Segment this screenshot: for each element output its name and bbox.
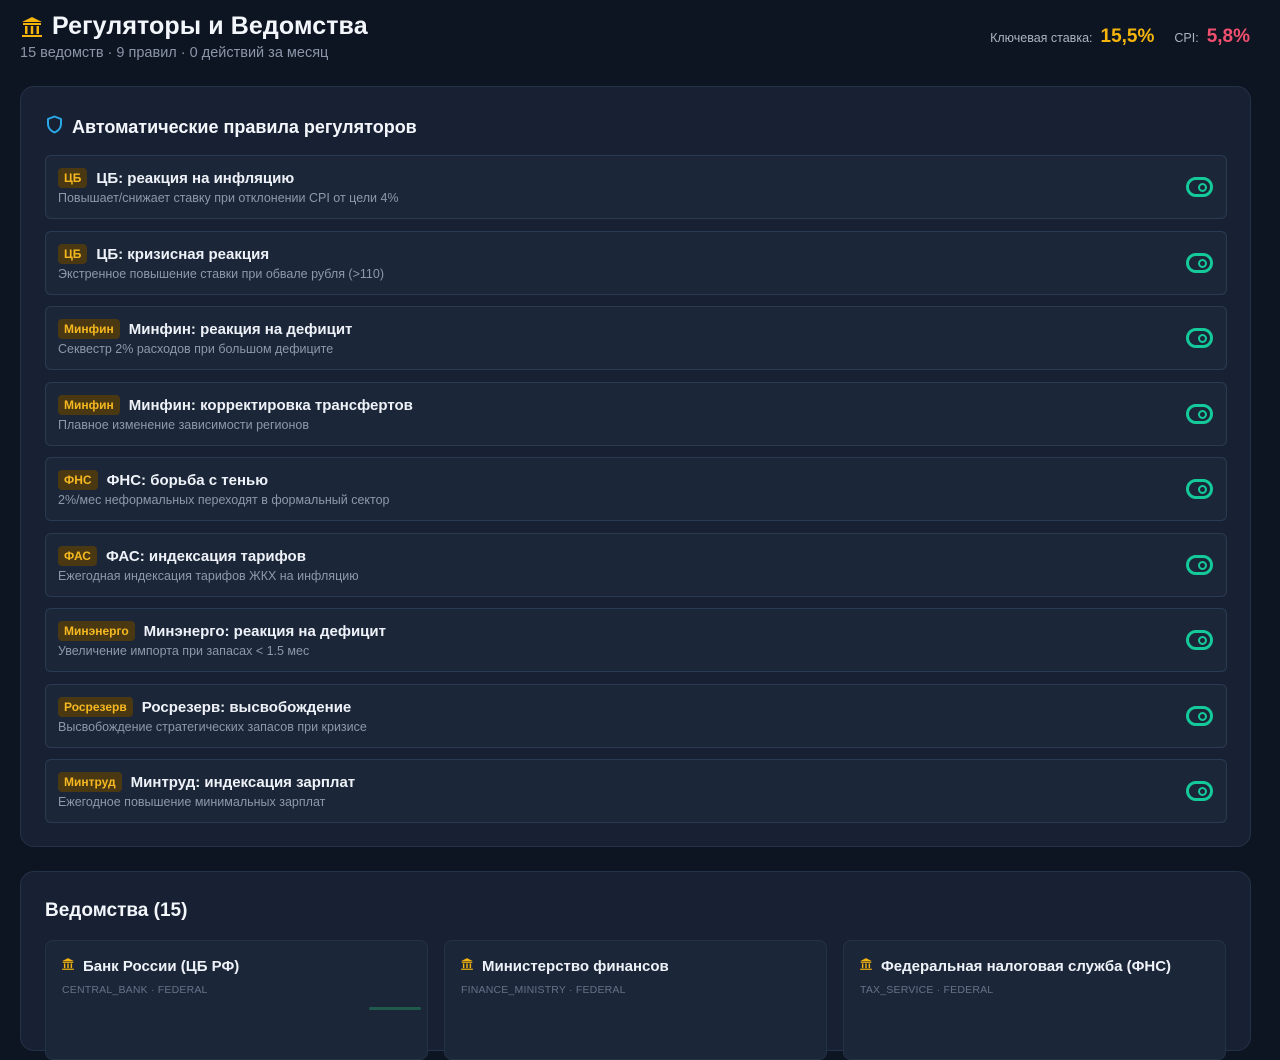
rule-name: ЦБ: кризисная реакция (96, 245, 270, 263)
rule-description: Увеличение импорта при запасах < 1.5 мес (58, 644, 310, 658)
rule-item: ЦБ ЦБ: кризисная реакция Экстренное повы… (45, 231, 1227, 295)
agency-card[interactable]: Банк России (ЦБ РФ) CENTRAL_BANK · FEDER… (45, 940, 428, 1060)
economic-indicators: Ключевая ставка: 15,5% CPI: 5,8% (990, 26, 1250, 48)
rule-toggle[interactable] (1186, 781, 1213, 801)
toggle-on-icon (1198, 333, 1207, 343)
cpi-value: 5,8% (1206, 26, 1250, 47)
agency-name: Министерство финансов (482, 958, 669, 975)
page-header: Регуляторы и Ведомства 15 ведомств · 9 п… (20, 12, 1260, 72)
rule-description: Секвестр 2% расходов при большом дефицит… (58, 342, 334, 356)
rule-name: Минэнерго: реакция на дефицит (143, 622, 386, 640)
rule-item: ФНС ФНС: борьба с тенью 2%/мес неформаль… (45, 457, 1227, 521)
rule-badge: Минтруд (58, 772, 122, 792)
rules-panel-header: Автоматические правила регуляторов (46, 115, 417, 139)
rule-toggle[interactable] (1186, 404, 1213, 424)
bank-building-icon (20, 15, 44, 39)
rule-name: ЦБ: реакция на инфляцию (96, 169, 295, 187)
rule-item: Минфин Минфин: корректировка трансфертов… (45, 382, 1227, 446)
rule-description: 2%/мес неформальных переходят в формальн… (58, 493, 390, 507)
rule-name: Минфин: корректировка трансфертов (128, 396, 413, 414)
rule-description: Повышает/снижает ставку при отклонении C… (58, 191, 399, 205)
toggle-on-icon (1198, 786, 1207, 796)
agencies-panel-title: Ведомства (15) (45, 900, 188, 921)
rule-item: Минфин Минфин: реакция на дефицит Секвес… (45, 306, 1227, 370)
rule-badge: Минфин (58, 395, 120, 415)
agency-code: FINANCE_MINISTRY · FEDERAL (461, 984, 626, 996)
rule-name: Росрезерв: высвобождение (141, 698, 352, 716)
rules-panel: Автоматические правила регуляторов ЦБ ЦБ… (20, 86, 1251, 847)
rule-badge: ФНС (58, 470, 98, 490)
rule-item: Минтруд Минтруд: индексация зарплат Ежег… (45, 759, 1227, 823)
rule-item: ЦБ ЦБ: реакция на инфляцию Повышает/сниж… (45, 155, 1227, 219)
rule-badge: Минфин (58, 319, 120, 339)
key-rate-value: 15,5% (1100, 26, 1155, 47)
rule-description: Плавное изменение зависимости регионов (58, 418, 309, 432)
rule-toggle[interactable] (1186, 630, 1213, 650)
rule-toggle[interactable] (1186, 706, 1213, 726)
page-title: Регуляторы и Ведомства (52, 12, 368, 40)
rule-item: Минэнерго Минэнерго: реакция на дефицит … (45, 608, 1227, 672)
rule-description: Ежегодная индексация тарифов ЖКХ на инфл… (58, 569, 359, 583)
agency-code: CENTRAL_BANK · FEDERAL (62, 984, 208, 996)
agencies-panel: Ведомства (15) Банк России (ЦБ РФ) CENTR… (20, 871, 1251, 1060)
rule-toggle[interactable] (1186, 177, 1213, 197)
key-rate-label: Ключевая ставка: (990, 31, 1093, 45)
agency-name: Банк России (ЦБ РФ) (83, 958, 240, 975)
rule-toggle[interactable] (1186, 253, 1213, 273)
rule-badge: Минэнерго (58, 621, 135, 641)
rule-item: ФАС ФАС: индексация тарифов Ежегодная ин… (45, 533, 1227, 597)
rule-toggle[interactable] (1186, 328, 1213, 348)
toggle-on-icon (1198, 711, 1207, 721)
rule-name: Минфин: реакция на дефицит (128, 320, 353, 338)
rule-badge: Росрезерв (58, 697, 133, 717)
cpi-label: CPI: (1174, 31, 1199, 45)
agency-code: TAX_SERVICE · FEDERAL (860, 984, 994, 996)
toggle-on-icon (1198, 258, 1207, 268)
agency-card[interactable]: Федеральная налоговая служба (ФНС) TAX_S… (843, 940, 1226, 1060)
rule-badge: ЦБ (58, 168, 88, 188)
toggle-on-icon (1198, 409, 1207, 419)
toggle-on-icon (1198, 635, 1207, 645)
bank-building-icon (61, 957, 75, 976)
agency-name: Федеральная налоговая служба (ФНС) (881, 958, 1172, 975)
bank-building-icon (460, 957, 474, 976)
rule-name: ФНС: борьба с тенью (106, 471, 269, 489)
rule-badge: ФАС (58, 546, 97, 566)
rule-description: Ежегодное повышение минимальных зарплат (58, 795, 326, 809)
rule-name: ФАС: индексация тарифов (105, 547, 306, 565)
rule-toggle[interactable] (1186, 555, 1213, 575)
toggle-on-icon (1198, 182, 1207, 192)
shield-icon (46, 115, 63, 139)
rule-description: Экстренное повышение ставки при обвале р… (58, 267, 384, 281)
rule-toggle[interactable] (1186, 479, 1213, 499)
toggle-on-icon (1198, 560, 1207, 570)
rules-panel-title: Автоматические правила регуляторов (72, 116, 417, 137)
rule-item: Росрезерв Росрезерв: высвобождение Высво… (45, 684, 1227, 748)
rule-name: Минтруд: индексация зарплат (130, 773, 356, 791)
agency-card[interactable]: Министерство финансов FINANCE_MINISTRY ·… (444, 940, 827, 1060)
toggle-on-icon (1198, 484, 1207, 494)
rule-badge: ЦБ (58, 244, 88, 264)
bank-building-icon (859, 957, 873, 976)
rule-description: Высвобождение стратегических запасов при… (58, 720, 367, 734)
